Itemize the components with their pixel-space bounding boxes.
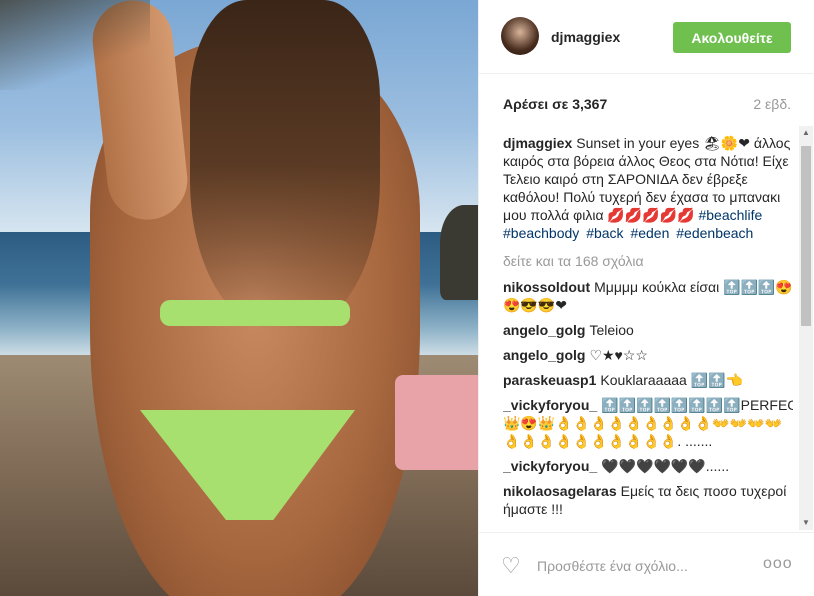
- hashtag-link[interactable]: #edenbeach: [676, 225, 753, 241]
- post-header: djmaggiex Ακολουθείτε: [479, 0, 814, 74]
- comment-author[interactable]: angelo_golg: [503, 347, 585, 363]
- post-footer: ♡ ooo: [479, 532, 814, 596]
- photo-hair: [190, 0, 380, 330]
- photo-rock: [440, 205, 478, 300]
- comment-author[interactable]: _vickyforyou_: [503, 458, 597, 474]
- scroll-down-arrow-icon[interactable]: ▼: [799, 516, 813, 530]
- comment-author[interactable]: angelo_golg: [503, 322, 585, 338]
- comment-text: Kouklaraaaaa 🔝🔝👈: [600, 372, 743, 388]
- hashtag-link[interactable]: #beachlife: [698, 207, 762, 223]
- likes-count[interactable]: Αρέσει σε 3,367: [503, 96, 607, 112]
- comment-item: _vickyforyou_ 🔝🔝🔝🔝🔝🔝🔝🔝PERFECT 👑😍👑👌👌👌👌👌👌👌👌…: [503, 396, 793, 450]
- caption: djmaggiex Sunset in your eyes 🏖🌼❤ άλλος κ…: [503, 134, 793, 242]
- photo-bikini-top: [160, 300, 350, 326]
- comments-list: djmaggiex Sunset in your eyes 🏖🌼❤ άλλος κ…: [503, 134, 793, 534]
- hashtag-link[interactable]: #back: [586, 225, 623, 241]
- more-options-icon[interactable]: ooo: [763, 555, 793, 575]
- comment-text: Teleioo: [589, 322, 634, 338]
- scrollbar-thumb[interactable]: [801, 146, 811, 326]
- comment-item: _vickyforyou_ 🖤🖤🖤🖤🖤🖤......: [503, 457, 793, 475]
- comment-item: nikolaosagelaras Εμείς τα δεις ποσο τυχερ…: [503, 482, 793, 518]
- comment-item: angelo_golg Teleioo: [503, 321, 793, 339]
- likes-row: Αρέσει σε 3,367 2 εβδ.: [503, 96, 791, 116]
- avatar[interactable]: [501, 17, 539, 55]
- scroll-up-arrow-icon[interactable]: ▲: [799, 126, 813, 140]
- view-all-comments-link[interactable]: δείτε και τα 168 σχόλια: [503, 252, 793, 270]
- following-button[interactable]: Ακολουθείτε: [673, 22, 791, 53]
- comment-text: 🖤🖤🖤🖤🖤🖤......: [601, 458, 730, 474]
- comment-author[interactable]: _vickyforyou_: [503, 397, 597, 413]
- photo-towel: [395, 375, 478, 470]
- comment-item: paraskeuasp1 Kouklaraaaaa 🔝🔝👈: [503, 371, 793, 389]
- comments-scrollbar[interactable]: ▲ ▼: [799, 126, 813, 530]
- comment-item: nikossoldout Μμμμμ κούκλα είσαι 🔝🔝🔝😍😍😎😎❤: [503, 278, 793, 314]
- hashtag-link[interactable]: #eden: [630, 225, 669, 241]
- comment-author[interactable]: nikolaosagelaras: [503, 483, 617, 499]
- comment-item: angelo_golg ♡★♥☆☆: [503, 346, 793, 364]
- comment-text: ♡★♥☆☆: [589, 347, 648, 363]
- post-timestamp[interactable]: 2 εβδ.: [753, 96, 791, 112]
- comment-author[interactable]: paraskeuasp1: [503, 372, 596, 388]
- post-details-panel: djmaggiex Ακολουθείτε Αρέσει σε 3,367 2 …: [478, 0, 814, 596]
- heart-outline-icon[interactable]: ♡: [501, 555, 525, 577]
- photo-palm-shade: [0, 0, 150, 90]
- add-comment-input[interactable]: [535, 553, 749, 579]
- username-link[interactable]: djmaggiex: [551, 29, 620, 45]
- post-photo[interactable]: [0, 0, 478, 596]
- hashtag-link[interactable]: #beachbody: [503, 225, 579, 241]
- comment-author[interactable]: nikossoldout: [503, 279, 590, 295]
- caption-author[interactable]: djmaggiex: [503, 135, 572, 151]
